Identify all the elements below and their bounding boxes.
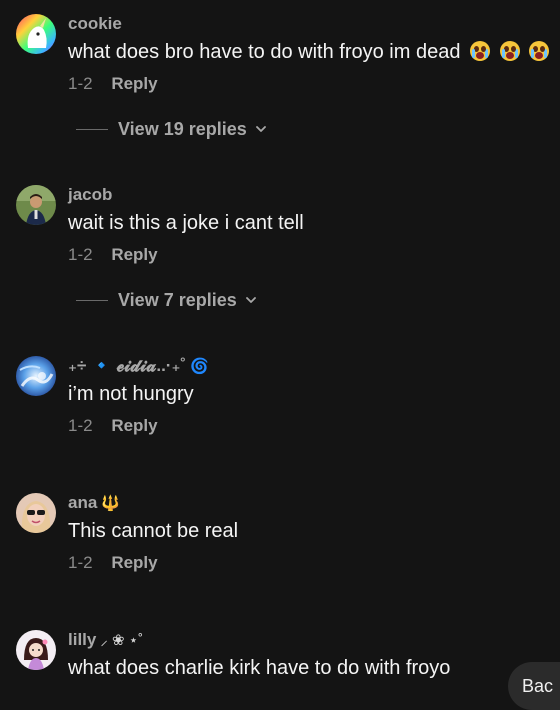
avatar[interactable]: [16, 356, 56, 396]
loudly-crying-face-emoji: [499, 41, 520, 61]
avatar[interactable]: [16, 630, 56, 670]
divider-line: [76, 128, 108, 130]
comment-text-content: what does bro have to do with froyo im d…: [68, 41, 461, 63]
username-text: ana: [68, 493, 98, 512]
comment-date: 1-2: [68, 74, 93, 93]
loudly-crying-face-emoji: [529, 41, 550, 61]
chevron-down-icon: [255, 126, 266, 132]
reply-button[interactable]: Reply: [111, 553, 157, 572]
comment-meta: 1-2 Reply: [68, 416, 158, 436]
view-replies-button[interactable]: View 19 replies: [76, 118, 267, 140]
comment-text: wait is this a joke i cant tell: [68, 212, 304, 234]
avatar[interactable]: [16, 493, 56, 533]
username-text: lilly: [68, 630, 97, 649]
comment-text: This cannot be real: [68, 520, 239, 542]
comment-date: 1-2: [68, 245, 93, 264]
username-decoration: 🌀: [190, 358, 209, 375]
comment-username[interactable]: lilly ⸝ ❀ ⋆˚: [68, 630, 143, 651]
username-decoration: ⸝ ❀ ⋆˚: [100, 632, 144, 649]
avatar[interactable]: [16, 14, 56, 54]
loudly-crying-face-emoji: [470, 41, 491, 61]
comment-text: what does bro have to do with froyo im d…: [68, 40, 550, 64]
comment-meta: 1-2 Reply: [68, 553, 158, 573]
comment-text: what does charlie kirk have to do with f…: [68, 657, 451, 679]
comment-username[interactable]: ₊÷ 🔹 𝓮𝓲𝓭𝓲𝓪..·₊˚ 🌀: [68, 356, 209, 377]
comment-date: 1-2: [68, 553, 93, 572]
comment-username[interactable]: jacob: [68, 185, 112, 205]
comment-username[interactable]: cookie: [68, 14, 122, 34]
chevron-down-icon: [245, 297, 256, 303]
comment-date: 1-2: [68, 416, 93, 435]
comment-meta: 1-2 Reply: [68, 74, 158, 94]
username-text: ₊÷ 🔹 𝓮𝓲𝓭𝓲𝓪..·₊˚: [68, 356, 187, 375]
avatar[interactable]: [16, 185, 56, 225]
divider-line: [76, 299, 108, 301]
trident-icon: 🔱: [101, 495, 120, 512]
comment-text: i’m not hungry: [68, 383, 194, 405]
back-button[interactable]: Bac: [508, 662, 560, 710]
view-replies-label: View 7 replies: [118, 289, 237, 310]
comment-username[interactable]: ana 🔱: [68, 493, 120, 514]
reply-button[interactable]: Reply: [111, 74, 157, 93]
view-replies-button[interactable]: View 7 replies: [76, 289, 257, 311]
reply-button[interactable]: Reply: [111, 245, 157, 264]
view-replies-label: View 19 replies: [118, 118, 247, 139]
comment-meta: 1-2 Reply: [68, 245, 158, 265]
reply-button[interactable]: Reply: [111, 416, 157, 435]
